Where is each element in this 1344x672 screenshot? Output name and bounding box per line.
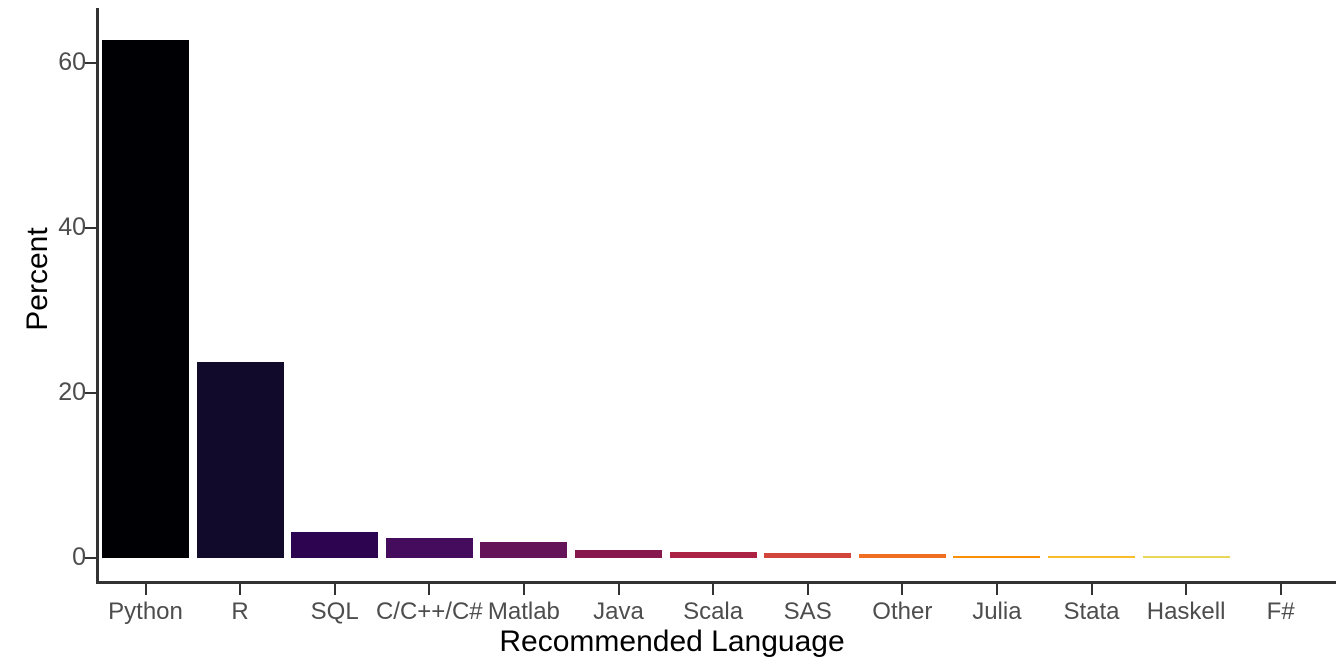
x-tick-mark bbox=[333, 584, 336, 595]
bar-matlab bbox=[480, 542, 568, 558]
x-axis-line bbox=[96, 581, 1336, 584]
x-tick-mark bbox=[806, 584, 809, 595]
x-axis-title: Recommended Language bbox=[499, 625, 845, 658]
x-tick-mark bbox=[995, 584, 998, 595]
bar-python bbox=[102, 39, 189, 558]
bar-other bbox=[858, 553, 946, 558]
x-tick-mark bbox=[522, 584, 525, 595]
x-tick-label: F# bbox=[1266, 598, 1295, 625]
x-tick-mark bbox=[1090, 584, 1093, 595]
x-tick-mark bbox=[901, 584, 904, 595]
bar-c-c-c bbox=[385, 538, 473, 558]
bar-julia bbox=[953, 556, 1041, 558]
x-tick-mark bbox=[617, 584, 620, 595]
bar-haskell bbox=[1142, 556, 1230, 558]
x-tick-mark bbox=[144, 584, 147, 595]
bar-scala bbox=[669, 552, 757, 558]
bar-sas bbox=[764, 553, 852, 558]
x-tick-mark bbox=[428, 584, 431, 595]
chart-figure: Percent 0 20 40 60 Python R SQL C/C++/C# Matlab… bbox=[0, 0, 1344, 672]
x-tick-mark bbox=[712, 584, 715, 595]
x-tick-mark bbox=[1185, 584, 1188, 595]
bar-r bbox=[196, 361, 284, 558]
x-tick-mark bbox=[1279, 584, 1282, 595]
x-tick-mark bbox=[239, 584, 242, 595]
bar-series bbox=[0, 0, 1344, 558]
bar-stata bbox=[1048, 556, 1135, 558]
bar-sql bbox=[291, 532, 379, 558]
bar-java bbox=[575, 549, 662, 558]
